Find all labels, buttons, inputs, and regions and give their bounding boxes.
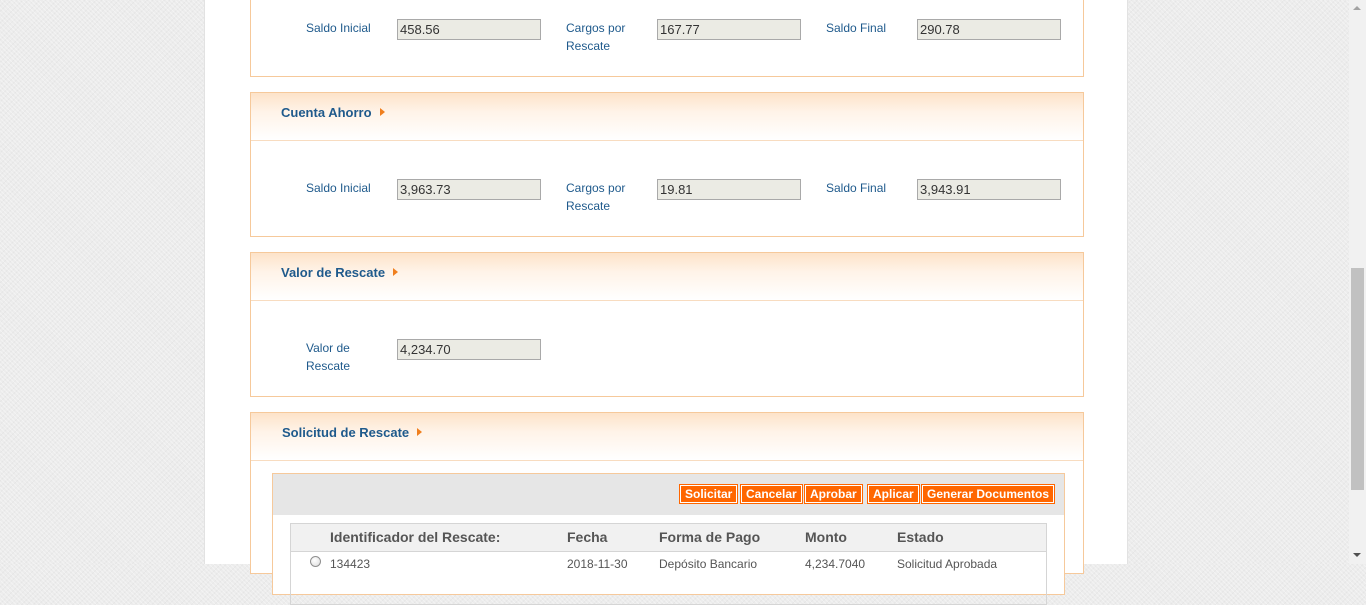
cargos-label-line1: Cargos por (566, 181, 626, 195)
saldo-inicial-field[interactable] (397, 179, 541, 200)
cell-forma-pago: Depósito Bancario (659, 557, 758, 571)
actions-toolbar: Solicitar Cancelar Aprobar Aplicar Gener… (273, 474, 1064, 515)
cargos-rescate-field[interactable] (657, 19, 801, 40)
col-estado[interactable]: Estado (897, 529, 944, 545)
cuenta-ahorro-title: Cuenta Ahorro (281, 105, 372, 120)
cell-monto: 4,234.7040 (805, 557, 866, 571)
cuenta-ahorro-panel: Cuenta Ahorro Saldo Inicial Cargos por R… (250, 92, 1084, 237)
saldo-inicial-label: Saldo Inicial (306, 181, 371, 195)
fondo-panel: Saldo Inicial Cargos por Rescate Saldo F… (250, 0, 1084, 77)
valor-rescate-header[interactable]: Valor de Rescate (251, 253, 1083, 301)
saldo-final-field[interactable] (917, 19, 1061, 40)
cuenta-ahorro-header[interactable]: Cuenta Ahorro (251, 93, 1083, 141)
panel-title[interactable]: Valor de Rescate (281, 265, 399, 280)
expand-arrow-icon (417, 428, 423, 436)
saldo-final-label: Saldo Final (826, 21, 887, 35)
cancelar-button[interactable]: Cancelar (740, 484, 803, 504)
scrollbar-thumb[interactable] (1351, 268, 1364, 490)
expand-arrow-icon (379, 108, 385, 116)
scroll-up-arrow-icon[interactable] (1353, 6, 1361, 10)
valor-rescate-label: Valor de Rescate (306, 339, 350, 375)
cargos-label-line2: Rescate (566, 199, 611, 213)
col-identificador[interactable]: Identificador del Rescate: (330, 529, 500, 545)
aplicar-button[interactable]: Aplicar (867, 484, 920, 504)
col-monto[interactable]: Monto (805, 529, 847, 545)
saldo-final-field[interactable] (917, 179, 1061, 200)
solicitud-container: Solicitar Cancelar Aprobar Aplicar Gener… (272, 473, 1065, 605)
cargos-label-line2: Rescate (566, 39, 611, 53)
panel-title[interactable]: Solicitud de Rescate (282, 425, 423, 440)
row-select-radio[interactable] (310, 556, 321, 567)
valor-rescate-field[interactable] (397, 339, 541, 360)
solicitar-button[interactable]: Solicitar (678, 484, 739, 504)
valor-label-line2: Rescate (306, 359, 351, 373)
valor-label-line1: Valor de (306, 341, 350, 355)
valor-rescate-panel: Valor de Rescate Valor de Rescate (250, 252, 1084, 397)
cargos-rescate-field[interactable] (657, 179, 801, 200)
aprobar-button[interactable]: Aprobar (804, 484, 863, 504)
cargos-rescate-label: Cargos por Rescate (566, 19, 625, 55)
saldo-inicial-field[interactable] (397, 19, 541, 40)
cell-fecha: 2018-11-30 (567, 557, 628, 571)
valor-rescate-title: Valor de Rescate (281, 265, 386, 280)
panel-title[interactable]: Cuenta Ahorro (281, 105, 385, 120)
vertical-scrollbar[interactable] (1349, 0, 1366, 564)
col-fecha[interactable]: Fecha (567, 529, 607, 545)
cell-identificador: 134423 (330, 557, 371, 571)
cargos-label-line1: Cargos por (566, 21, 626, 35)
expand-arrow-icon (393, 268, 399, 276)
saldo-final-label: Saldo Final (826, 181, 887, 195)
col-forma-pago[interactable]: Forma de Pago (659, 529, 760, 545)
rescates-table: Identificador del Rescate: Fecha Forma d… (290, 523, 1047, 605)
cell-estado: Solicitud Aprobada (897, 557, 998, 571)
generar-documentos-button[interactable]: Generar Documentos (920, 484, 1056, 504)
solicitud-rescate-header[interactable]: Solicitud de Rescate (251, 413, 1083, 461)
solicitud-rescate-panel: Solicitud de Rescate Solicitar Cancelar … (250, 412, 1084, 605)
main-content: Saldo Inicial Cargos por Rescate Saldo F… (204, 0, 1128, 605)
cargos-rescate-label: Cargos por Rescate (566, 179, 625, 215)
saldo-inicial-label: Saldo Inicial (306, 21, 371, 35)
solicitud-rescate-title: Solicitud de Rescate (282, 425, 410, 440)
scroll-down-arrow-icon[interactable] (1353, 553, 1361, 557)
table-header: Identificador del Rescate: Fecha Forma d… (291, 524, 1046, 552)
